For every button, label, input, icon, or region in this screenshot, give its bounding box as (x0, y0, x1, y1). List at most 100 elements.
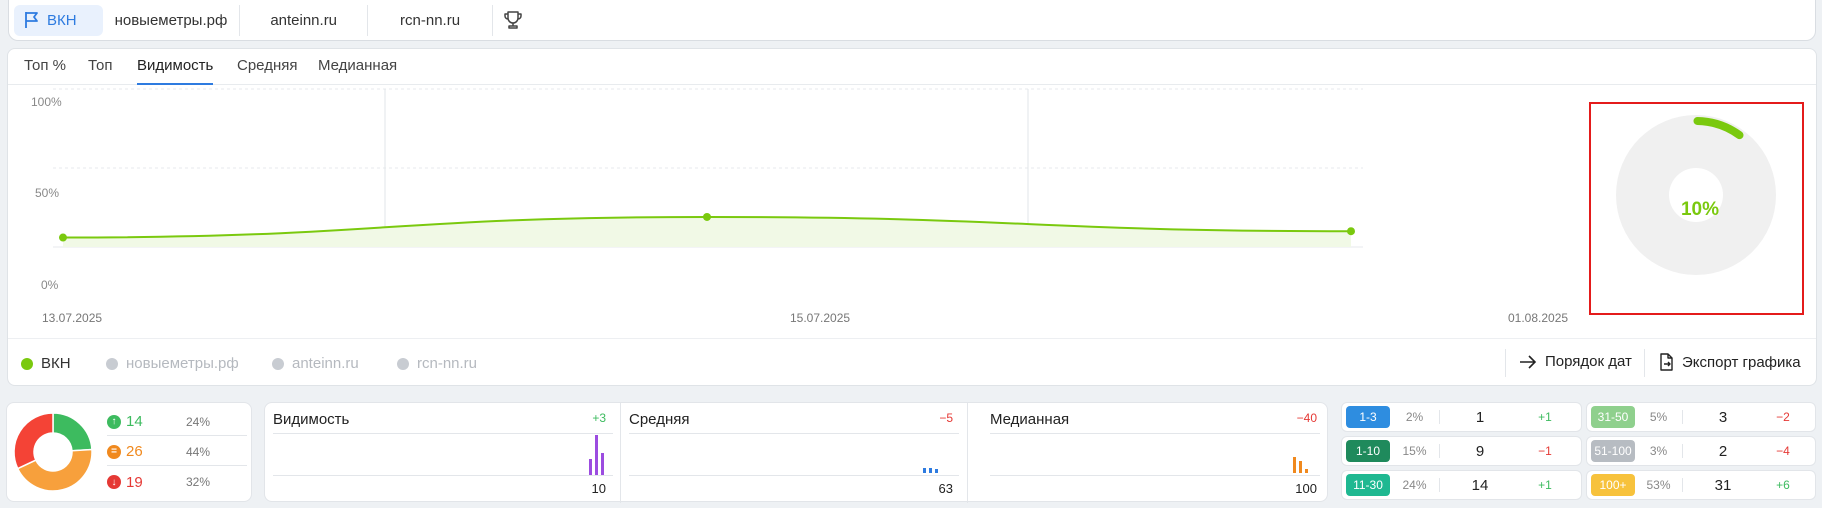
project-toolbar: ВКН новыеметры.рф anteinn.ru rcn-nn.ru (8, 0, 1816, 41)
data-point[interactable] (703, 212, 711, 221)
range-pct: 24% (1390, 478, 1440, 492)
legend-item-vkn[interactable]: ВКН (21, 355, 71, 372)
range-badge: 31-50 (1591, 406, 1635, 428)
trend-down-row: ↓ 19 32% (107, 468, 247, 496)
gauge-value: 10% (1680, 199, 1720, 220)
range-delta: +6 (1776, 478, 1790, 492)
donut-slice (13, 412, 54, 470)
legend-dot (21, 357, 33, 370)
range-pct: 53% (1635, 478, 1683, 492)
project-tab-novyemetry[interactable]: новыеметры.рф (103, 4, 241, 36)
x-tick-label: 01.08.2025 (1508, 311, 1569, 325)
range-delta: +1 (1538, 410, 1552, 424)
export-chart-button[interactable]: Экспорт графика (1658, 353, 1801, 371)
project-label: anteinn.ru (270, 11, 338, 29)
project-label: rcn-nn.ru (400, 11, 461, 29)
range-delta: −4 (1776, 444, 1790, 458)
legend-label: anteinn.ru (292, 355, 359, 372)
chart-legend: ВКН новыеметры.рф anteinn.ru rcn-nn.ru П… (8, 338, 1816, 386)
range-pct: 15% (1390, 444, 1440, 458)
trend-up-pct: 24% (186, 414, 211, 429)
metric-title: Видимость (273, 411, 350, 428)
arrow-right-icon (1520, 354, 1537, 369)
project-label: ВКН (47, 11, 77, 29)
metric-title: Средняя (629, 411, 690, 428)
trend-up-row: ↑ 14 24% (107, 408, 247, 436)
arrow-down-icon: ↓ (107, 475, 121, 489)
divider (990, 475, 1320, 476)
range-count: 2 (1718, 442, 1728, 460)
metric-title: Медианная (990, 411, 1070, 428)
range-row[interactable]: 1-10 15% 9 −1 (1341, 436, 1582, 466)
arrow-up-icon: ↑ (107, 414, 121, 429)
visibility-line-chart (53, 88, 1363, 248)
range-count: 3 (1718, 408, 1728, 426)
trend-summary-card: ↑ 14 24% = 26 44% ↓ 19 32% (6, 402, 252, 502)
range-count: 9 (1475, 442, 1485, 460)
metric-average: Средняя −5 63 (621, 403, 968, 503)
trend-down-pct: 32% (186, 475, 211, 489)
metric-delta: −40 (1296, 411, 1317, 425)
donut-slice (52, 412, 93, 452)
range-badge: 1-3 (1346, 406, 1390, 428)
divider (273, 475, 613, 476)
chart-panel: Топ % Топ Видимость Средняя Медианная 10… (7, 48, 1817, 386)
data-point[interactable] (1347, 227, 1355, 236)
metric-delta: +3 (592, 411, 606, 425)
trophy-icon (504, 11, 522, 29)
metric-delta: −5 (939, 411, 953, 425)
legend-item-anteinn[interactable]: anteinn.ru (272, 355, 359, 372)
trend-down-count: 19 (126, 473, 143, 491)
range-badge: 51-100 (1591, 440, 1635, 462)
range-count: 14 (1471, 476, 1489, 494)
range-row[interactable]: 100+ 53% 31 +6 (1586, 470, 1816, 500)
divider (629, 475, 959, 476)
trophy-button[interactable] (493, 5, 533, 36)
flag-icon (25, 12, 38, 28)
project-tab-vkn[interactable]: ВКН (14, 4, 103, 36)
metric-sparkbars (923, 468, 938, 473)
trend-same-row: = 26 44% (107, 438, 247, 466)
project-tab-rcn-nn[interactable]: rcn-nn.ru (368, 4, 494, 36)
range-delta: −2 (1776, 410, 1790, 424)
divider (990, 433, 1320, 434)
export-chart-label: Экспорт графика (1682, 353, 1801, 371)
metric-value: 10 (591, 481, 606, 496)
metric-value: 63 (938, 481, 953, 496)
metric-sparkbars (1293, 457, 1308, 473)
date-order-button[interactable]: Порядок дат (1519, 353, 1632, 370)
metric-sparkbars (589, 435, 604, 475)
legend-label: rcn-nn.ru (417, 355, 478, 372)
range-pct: 3% (1635, 444, 1683, 458)
data-point[interactable] (59, 233, 67, 242)
trend-same-pct: 44% (186, 444, 211, 459)
legend-dot (272, 357, 284, 370)
range-pct: 5% (1635, 410, 1683, 424)
x-tick-label: 15.07.2025 (790, 311, 851, 325)
range-row[interactable]: 1-3 2% 1 +1 (1341, 402, 1582, 432)
legend-item-novyemetry[interactable]: новыеметры.рф (106, 355, 239, 372)
legend-item-rcn-nn[interactable]: rcn-nn.ru (397, 355, 477, 372)
range-badge: 1-10 (1346, 440, 1390, 462)
metric-value: 100 (1295, 481, 1317, 496)
trend-same-count: 26 (126, 443, 143, 460)
export-file-icon (1660, 353, 1673, 371)
project-label: новыеметры.рф (114, 11, 228, 29)
legend-label: новыеметры.рф (126, 355, 239, 372)
range-row[interactable]: 11-30 24% 14 +1 (1341, 470, 1582, 500)
metric-visibility: Видимость +3 10 (265, 403, 621, 503)
divider (1644, 349, 1645, 377)
range-row[interactable]: 51-100 3% 2 −4 (1586, 436, 1816, 466)
range-row[interactable]: 31-50 5% 3 −2 (1586, 402, 1816, 432)
equal-icon: = (107, 444, 121, 459)
range-pct: 2% (1390, 410, 1440, 424)
legend-dot (106, 357, 118, 370)
range-count: 31 (1714, 476, 1732, 494)
project-tab-anteinn[interactable]: anteinn.ru (240, 4, 369, 36)
position-ranges-right: 31-50 5% 3 −2 51-100 3% 2 −4 100+ 53% 31… (1586, 402, 1816, 502)
trend-donut-chart (13, 412, 93, 492)
position-ranges-left: 1-3 2% 1 +1 1-10 15% 9 −1 11-30 24% 14 +… (1341, 402, 1588, 502)
metrics-card: Видимость +3 10 Средняя −5 63 Медианная … (264, 402, 1328, 503)
date-order-label: Порядок дат (1545, 353, 1632, 370)
divider (629, 433, 959, 434)
